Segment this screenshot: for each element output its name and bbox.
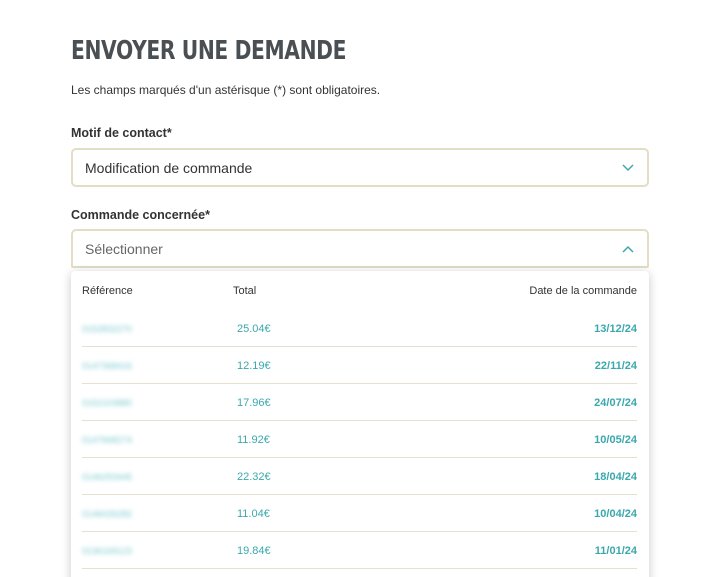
order-reference: 0146293445 bbox=[82, 472, 133, 482]
column-header-date: Date de la commande bbox=[529, 285, 637, 297]
order-row[interactable]: 0146293445 22.32€ 18/04/24 bbox=[82, 458, 637, 495]
order-date: 13/12/24 bbox=[594, 323, 637, 335]
chevron-down-icon bbox=[622, 164, 634, 172]
order-total: 11.04€ bbox=[237, 508, 270, 520]
order-total: 12.19€ bbox=[237, 360, 271, 372]
order-date: 10/04/24 bbox=[594, 508, 637, 520]
order-reference: 0136169123 bbox=[82, 546, 133, 556]
order-total: 25.04€ bbox=[237, 323, 271, 335]
commande-select[interactable]: Sélectionner bbox=[71, 229, 649, 268]
order-total: 11.92€ bbox=[237, 434, 270, 446]
column-header-total: Total bbox=[233, 285, 257, 297]
order-date: 18/04/24 bbox=[594, 471, 637, 483]
chevron-up-icon bbox=[622, 245, 634, 253]
order-row[interactable]: 0152832270 25.04€ 13/12/24 bbox=[82, 310, 637, 347]
order-date: 24/07/24 bbox=[594, 397, 637, 409]
commande-dropdown: Référence Total Date de la commande 0152… bbox=[71, 271, 649, 577]
commande-label: Commande concernée* bbox=[71, 208, 210, 222]
motif-select-value: Modification de commande bbox=[85, 159, 253, 176]
order-row[interactable]: 0147668274 11.92€ 10/05/24 bbox=[82, 421, 637, 458]
motif-select[interactable]: Modification de commande bbox=[71, 148, 649, 187]
order-row[interactable]: 0146026282 11.04€ 10/04/24 bbox=[82, 495, 637, 532]
order-date: 10/05/24 bbox=[594, 434, 637, 446]
order-reference: 0147668274 bbox=[82, 435, 133, 445]
column-header-reference: Référence bbox=[82, 285, 133, 297]
order-total: 19.84€ bbox=[237, 545, 271, 557]
order-total: 22.32€ bbox=[237, 471, 271, 483]
order-reference: 0152832270 bbox=[82, 324, 133, 334]
commande-select-placeholder: Sélectionner bbox=[85, 240, 163, 257]
required-fields-note: Les champs marqués d'un astérisque (*) s… bbox=[71, 83, 381, 97]
order-row[interactable]: 0147368416 12.19€ 22/11/24 bbox=[82, 347, 637, 384]
order-total: 17.96€ bbox=[237, 397, 271, 409]
order-row[interactable]: 0152103880 17.96€ 24/07/24 bbox=[82, 384, 637, 421]
order-date: 11/01/24 bbox=[594, 545, 637, 557]
order-date: 22/11/24 bbox=[594, 360, 637, 372]
motif-label: Motif de contact* bbox=[71, 126, 172, 140]
page-title: ENVOYER UNE DEMANDE bbox=[71, 36, 347, 66]
order-row[interactable]: 0136169123 19.84€ 11/01/24 bbox=[82, 532, 637, 569]
order-reference: 0147368416 bbox=[82, 361, 133, 371]
order-reference: 0152103880 bbox=[82, 398, 133, 408]
order-reference: 0146026282 bbox=[82, 509, 133, 519]
